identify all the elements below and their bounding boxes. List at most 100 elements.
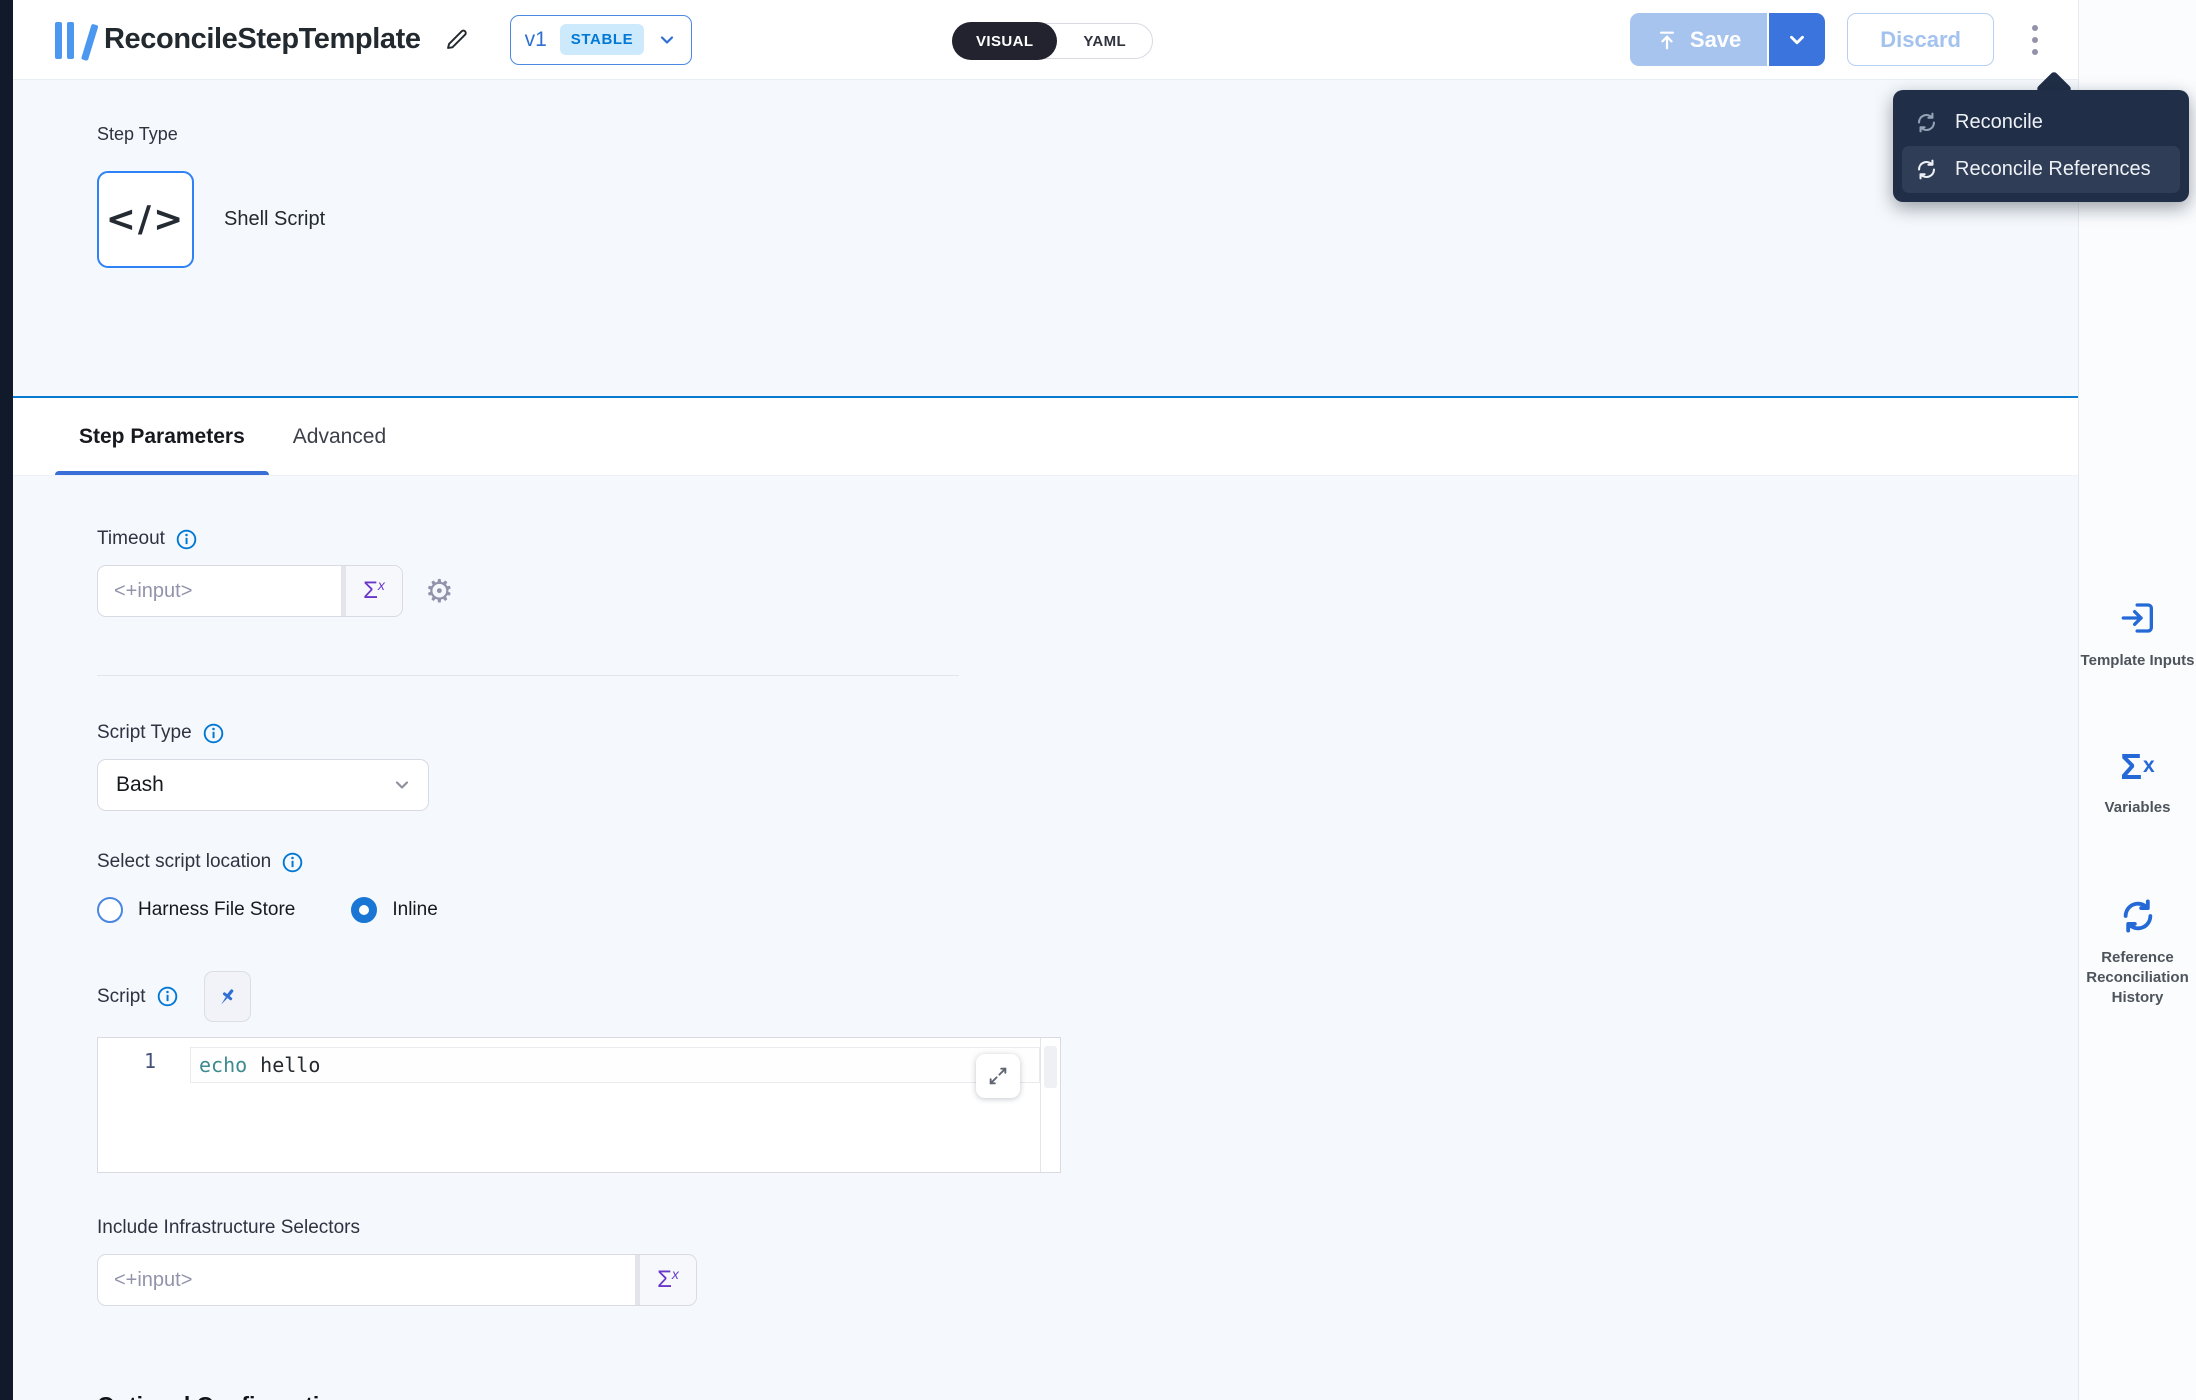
chevron-down-icon: [392, 775, 412, 795]
version-selector[interactable]: v1 STABLE: [510, 15, 693, 65]
edit-title-button[interactable]: [443, 26, 470, 53]
optional-configuration-label: Optional Configuration: [97, 1392, 347, 1400]
menu-item-reconcile[interactable]: Reconcile: [1902, 99, 2180, 146]
visual-yaml-toggle: VISUAL YAML: [952, 23, 1153, 59]
radio-circle-unselected: [97, 897, 123, 923]
code-keyword: echo: [199, 1053, 247, 1077]
chevron-down-icon: [657, 30, 677, 50]
expression-input-type-button[interactable]: Σ x: [640, 1255, 696, 1305]
rail-item-reference-reconciliation-history[interactable]: Reference Reconciliation History: [2081, 897, 2195, 1009]
form-divider: [97, 675, 959, 676]
script-type-label-row: Script Type: [97, 722, 2078, 744]
rail-item-template-inputs[interactable]: Template Inputs: [2081, 598, 2195, 671]
page-header: ReconcileStepTemplate v1 STABLE VISUAL Y…: [13, 0, 2078, 80]
shell-script-step-card[interactable]: </>: [97, 171, 194, 268]
version-label: v1: [525, 28, 547, 52]
infra-selectors-value: <+input>: [98, 1255, 635, 1305]
script-location-label-row: Select script location: [97, 851, 2078, 873]
info-icon[interactable]: [176, 529, 197, 550]
toggle-visual[interactable]: VISUAL: [952, 22, 1057, 60]
sigma-icon: Σ: [657, 1266, 672, 1294]
tab-label: Step Parameters: [79, 425, 245, 449]
context-menu: Reconcile Reconcile References: [1893, 90, 2189, 202]
more-options-button[interactable]: [2022, 17, 2048, 63]
tab-label: Advanced: [293, 425, 386, 449]
toggle-yaml[interactable]: YAML: [1057, 33, 1152, 50]
pencil-icon: [443, 26, 470, 53]
editor-scroll-thumb[interactable]: [1044, 1046, 1057, 1088]
refresh-icon: [2119, 897, 2157, 935]
shell-script-icon: </>: [106, 199, 185, 240]
refresh-icon: [1915, 158, 1938, 181]
infra-selectors-label-row: Include Infrastructure Selectors: [97, 1217, 2078, 1239]
collapsed-nav-strip[interactable]: [0, 0, 13, 1400]
page-title: ReconcileStepTemplate: [104, 23, 421, 56]
editor-code-area[interactable]: echo hello: [190, 1038, 1040, 1172]
timeout-input[interactable]: <+input> Σ x: [97, 565, 403, 617]
discard-button[interactable]: Discard: [1847, 13, 1994, 66]
sigma-sup-x: x: [672, 1266, 679, 1282]
version-stable-badge: STABLE: [560, 24, 645, 55]
menu-item-label: Reconcile: [1955, 111, 2043, 134]
template-inputs-icon: [2118, 598, 2158, 638]
pin-script-button[interactable]: [204, 971, 251, 1022]
script-label-row: Script: [97, 986, 178, 1008]
editor-line-number: 1: [98, 1038, 190, 1172]
template-library-icon: [55, 21, 88, 59]
chevron-down-icon: [367, 1394, 391, 1400]
radio-circle-selected: [351, 897, 377, 923]
radio-label: Harness File Store: [138, 899, 295, 921]
settings-gear-icon[interactable]: ⚙: [425, 575, 454, 607]
menu-item-reconcile-references[interactable]: Reconcile References: [1902, 146, 2180, 193]
timeout-label-row: Timeout: [97, 528, 2078, 550]
step-parameters-form: Timeout <+input> Σ x ⚙ Script Type: [13, 476, 2078, 1400]
script-type-value: Bash: [116, 773, 164, 797]
script-code-editor[interactable]: 1 echo hello: [97, 1037, 1061, 1173]
rail-item-label: Template Inputs: [2081, 651, 2195, 671]
editor-current-line[interactable]: echo hello: [190, 1047, 1040, 1083]
editor-scrollbar[interactable]: [1040, 1038, 1060, 1172]
rail-item-label: Variables: [2105, 798, 2171, 818]
sigma-sup-x: x: [378, 577, 385, 593]
optional-configuration-toggle[interactable]: Optional Configuration: [97, 1392, 2078, 1400]
info-icon[interactable]: [157, 986, 178, 1007]
upgrade-arrow-icon: [1656, 29, 1678, 51]
save-button[interactable]: Save: [1630, 13, 1769, 66]
script-label: Script: [97, 986, 146, 1008]
timeout-label: Timeout: [97, 528, 165, 550]
refresh-icon: [1915, 111, 1938, 134]
script-type-label: Script Type: [97, 722, 192, 744]
rail-item-variables[interactable]: Σx Variables: [2081, 749, 2195, 818]
info-icon[interactable]: [282, 852, 303, 873]
info-icon[interactable]: [203, 723, 224, 744]
radio-inline[interactable]: Inline: [351, 897, 437, 923]
infra-selectors-label: Include Infrastructure Selectors: [97, 1217, 360, 1239]
pushpin-icon: [215, 985, 239, 1009]
variables-icon: Σx: [2120, 749, 2154, 785]
save-split-button: Save: [1630, 13, 1825, 66]
tab-advanced[interactable]: Advanced: [269, 398, 410, 475]
tabs-bar: Step Parameters Advanced: [13, 398, 2078, 476]
chevron-down-icon: [1786, 29, 1808, 51]
active-tab-underline: [55, 471, 269, 475]
timeout-value: <+input>: [98, 566, 341, 616]
script-type-select[interactable]: Bash: [97, 759, 429, 811]
step-type-label: Step Type: [97, 124, 2078, 145]
expression-input-type-button[interactable]: Σ x: [346, 566, 402, 616]
radio-label: Inline: [392, 899, 437, 921]
sigma-icon: Σ: [363, 577, 378, 605]
expand-editor-button[interactable]: [976, 1054, 1020, 1098]
step-type-value: Shell Script: [224, 208, 325, 231]
fullscreen-icon: [987, 1065, 1009, 1087]
rail-item-label: Reference Reconciliation History: [2081, 948, 2195, 1009]
menu-item-label: Reconcile References: [1955, 158, 2151, 181]
save-button-label: Save: [1690, 27, 1741, 53]
infra-selectors-input[interactable]: <+input> Σ x: [97, 1254, 697, 1306]
script-location-label: Select script location: [97, 851, 271, 873]
save-options-button[interactable]: [1769, 13, 1825, 66]
header-actions: Save Discard: [1630, 13, 2054, 66]
tab-step-parameters[interactable]: Step Parameters: [55, 398, 269, 475]
step-type-section: Step Type </> Shell Script: [13, 80, 2078, 396]
radio-harness-file-store[interactable]: Harness File Store: [97, 897, 295, 923]
code-text: hello: [260, 1053, 320, 1077]
